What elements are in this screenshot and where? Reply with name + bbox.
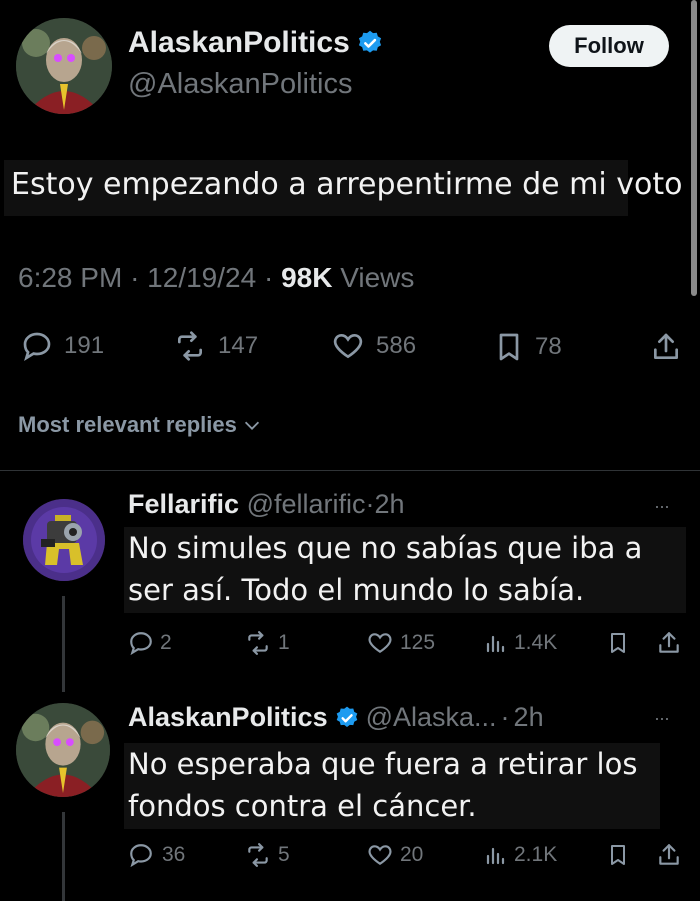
- reply-text-line: ser así. Todo el mundo lo sabía.: [128, 573, 585, 607]
- reply-text: No simules que no sabías que iba a ser a…: [128, 527, 642, 611]
- reply-handle[interactable]: @Alaska...: [366, 702, 497, 733]
- like-count: 20: [400, 843, 424, 866]
- views-icon: [486, 847, 505, 865]
- repost-button[interactable]: 147: [172, 330, 258, 362]
- views-button[interactable]: 2.1K: [484, 842, 557, 868]
- views-icon: [486, 635, 505, 653]
- reply-button[interactable]: 2: [128, 630, 172, 656]
- verified-icon: [358, 30, 381, 53]
- repost-icon: [248, 631, 268, 655]
- follow-button[interactable]: Follow: [549, 25, 669, 67]
- views-count: 98K: [281, 262, 333, 293]
- reply-display-name[interactable]: AlaskanPolitics: [128, 702, 328, 733]
- reply-count: 2: [160, 631, 172, 654]
- like-count: 125: [400, 631, 436, 654]
- more-options-icon[interactable]: ···: [654, 496, 670, 517]
- heart-icon: [368, 633, 392, 653]
- heart-icon: [368, 845, 392, 865]
- repost-icon: [178, 331, 202, 361]
- meta-separator: ·: [263, 262, 282, 293]
- repost-count: 5: [278, 843, 290, 866]
- like-count: 586: [376, 332, 417, 359]
- reply-time[interactable]: 2h: [375, 489, 405, 519]
- heart-icon: [333, 333, 363, 359]
- main-avatar[interactable]: [16, 18, 112, 114]
- like-button[interactable]: 586: [330, 330, 416, 362]
- views-count: 1.4K: [514, 631, 558, 654]
- sort-label: Most relevant replies: [18, 412, 237, 437]
- like-button[interactable]: 20: [366, 842, 423, 868]
- reply-separator: ·: [365, 489, 375, 519]
- bookmark-icon: [611, 845, 625, 865]
- repost-count: 1: [278, 631, 290, 654]
- views-count: 2.1K: [514, 843, 558, 866]
- reply-icon: [130, 844, 152, 868]
- bookmark-icon: [611, 633, 625, 653]
- repost-count: 147: [218, 332, 259, 359]
- scrollbar[interactable]: [691, 0, 697, 296]
- main-author[interactable]: AlaskanPolitics: [128, 26, 384, 60]
- bookmark-button[interactable]: 78: [493, 330, 562, 364]
- main-handle[interactable]: @AlaskanPolitics: [128, 68, 352, 101]
- reply-button[interactable]: 191: [20, 330, 104, 362]
- bookmark-count: 78: [535, 333, 562, 360]
- reply-header: Fellarific @fellarific·2h: [128, 489, 405, 520]
- reply-separator: ·: [500, 702, 510, 732]
- bookmark-button[interactable]: [606, 630, 630, 656]
- reply-text: No esperaba que fuera a retirar los fond…: [128, 743, 637, 827]
- reply-button[interactable]: 36: [128, 842, 185, 868]
- reply-time[interactable]: 2h: [514, 702, 544, 733]
- reply-count: 191: [64, 332, 105, 359]
- share-button[interactable]: [650, 330, 682, 364]
- verified-icon: [336, 706, 357, 727]
- sort-replies-dropdown[interactable]: Most relevant replies: [18, 412, 263, 438]
- views-label: Views: [340, 262, 415, 293]
- meta-separator: ·: [130, 262, 148, 293]
- share-icon: [659, 844, 679, 865]
- tweet-date[interactable]: 12/19/24: [147, 262, 256, 293]
- avatar-image: [16, 703, 110, 797]
- reply-avatar[interactable]: [23, 499, 105, 581]
- main-display-name[interactable]: AlaskanPolitics: [128, 26, 350, 60]
- more-options-icon[interactable]: ···: [654, 708, 670, 729]
- views-button[interactable]: 1.4K: [484, 630, 557, 656]
- share-button[interactable]: [656, 630, 682, 656]
- reply-handle[interactable]: @fellarific: [247, 489, 366, 519]
- reply-text-line: No esperaba que fuera a retirar los: [128, 747, 638, 781]
- avatar-image: [23, 499, 105, 581]
- tweet-meta: 6:28 PM · 12/19/24 · 98K Views: [18, 262, 414, 294]
- share-button[interactable]: [656, 842, 682, 868]
- repost-button[interactable]: 5: [244, 842, 290, 868]
- reply-count: 36: [162, 843, 186, 866]
- like-button[interactable]: 125: [366, 630, 435, 656]
- reply-text-line: No simules que no sabías que iba a: [128, 531, 643, 565]
- reply-header: AlaskanPolitics @Alaska... · 2h: [128, 702, 544, 733]
- tweet-time[interactable]: 6:28 PM: [18, 262, 122, 293]
- repost-button[interactable]: 1: [244, 630, 290, 656]
- bookmark-icon: [499, 333, 519, 361]
- chevron-down-icon: [244, 421, 259, 430]
- repost-icon: [248, 843, 268, 867]
- reply-icon: [130, 632, 152, 656]
- reply-text-line: fondos contra el cáncer.: [128, 789, 477, 823]
- main-tweet-text: Estoy empezando a arrepentirme de mi vot…: [11, 167, 683, 202]
- thread-line: [62, 812, 65, 901]
- avatar-image: [16, 18, 112, 114]
- divider: [0, 470, 700, 471]
- reply-display-name[interactable]: Fellarific: [128, 489, 239, 519]
- bookmark-button[interactable]: [606, 842, 630, 868]
- share-icon: [659, 632, 679, 653]
- reply-avatar[interactable]: [16, 703, 110, 797]
- reply-icon: [23, 332, 51, 361]
- share-icon: [654, 333, 678, 359]
- thread-line: [62, 596, 65, 692]
